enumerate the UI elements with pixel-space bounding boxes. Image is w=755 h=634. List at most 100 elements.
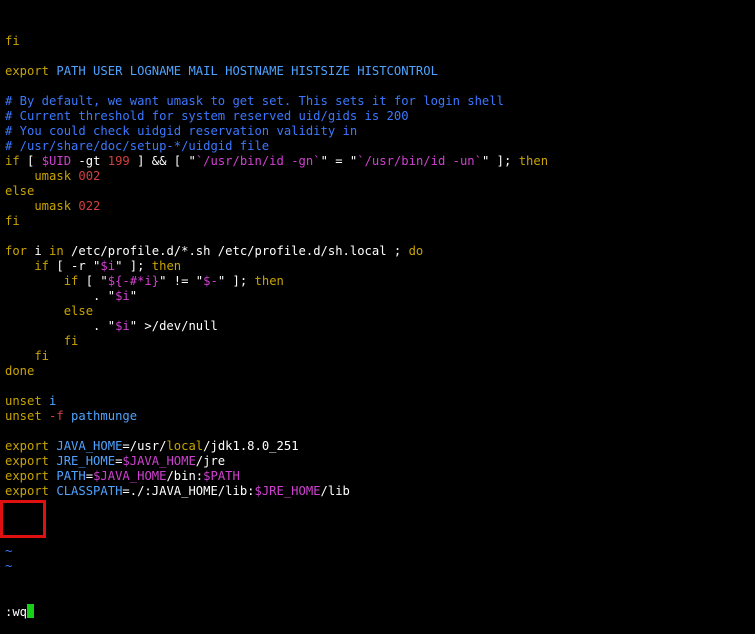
- code-token: if: [5, 259, 50, 273]
- code-token: /lib: [320, 484, 350, 498]
- code-token: -f: [49, 409, 72, 423]
- code-line: umask 002: [5, 169, 755, 184]
- code-line: umask 022: [5, 199, 755, 214]
- code-token: /jdk1.8.0_251: [203, 439, 299, 453]
- code-line: export JAVA_HOME=/usr/local/jdk1.8.0_251: [5, 439, 755, 454]
- code-token: then: [254, 274, 284, 288]
- code-token: $UID: [41, 154, 72, 168]
- code-token: fi: [5, 334, 79, 348]
- code-token: =/usr/: [122, 439, 167, 453]
- code-line: fi: [5, 34, 755, 49]
- code-token: 022: [78, 199, 101, 213]
- code-line: fi: [5, 334, 755, 349]
- code-token: 199: [107, 154, 130, 168]
- empty-buffer-marker: ~: [5, 559, 13, 573]
- code-token: export: [5, 469, 57, 483]
- code-token: JRE_HOME: [56, 454, 116, 468]
- code-token: " ];: [482, 154, 519, 168]
- code-line: if [ $UID -gt 199 ] && [ "`/usr/bin/id -…: [5, 154, 755, 169]
- highlight-annotation-box: [0, 500, 46, 538]
- code-token: `/usr/bin/id -gn`: [195, 154, 321, 168]
- text-cursor: [27, 604, 35, 618]
- code-token: " ];: [217, 274, 255, 288]
- code-token: $-: [203, 274, 218, 288]
- code-token: # You could check uidgid reservation val…: [5, 124, 358, 138]
- code-line: export PATH=$JAVA_HOME/bin:$PATH: [5, 469, 755, 484]
- code-token: fi: [5, 214, 20, 228]
- code-token: /etc/profile.d/*.sh /etc/profile.d/sh.lo…: [63, 244, 409, 258]
- code-line: export PATH USER LOGNAME MAIL HOSTNAME H…: [5, 64, 755, 79]
- code-token: =: [85, 469, 94, 483]
- code-token: [ -r ": [49, 259, 101, 273]
- code-line: fi: [5, 349, 755, 364]
- code-line: done: [5, 364, 755, 379]
- code-token: CLASSPATH: [56, 484, 123, 498]
- code-token: export: [5, 64, 57, 78]
- code-token: . ": [5, 319, 116, 333]
- empty-buffer-marker: ~: [5, 529, 13, 543]
- code-token: if: [5, 154, 20, 168]
- code-token: $i: [100, 259, 116, 273]
- code-token: -gt: [71, 154, 108, 168]
- code-line: export JRE_HOME=$JAVA_HOME/jre: [5, 454, 755, 469]
- code-token: export: [5, 454, 57, 468]
- code-token: $JAVA_HOME: [93, 469, 167, 483]
- code-line: fi: [5, 214, 755, 229]
- code-token: ${-#*i}: [107, 274, 160, 288]
- code-line: unset i: [5, 394, 755, 409]
- code-token: do: [408, 244, 424, 258]
- code-line: for i in /etc/profile.d/*.sh /etc/profil…: [5, 244, 755, 259]
- terminal-window[interactable]: fi export PATH USER LOGNAME MAIL HOSTNAME…: [0, 0, 755, 619]
- code-line: . "$i": [5, 289, 755, 304]
- code-token: if: [5, 274, 79, 288]
- code-token: unset: [5, 394, 50, 408]
- code-token: then: [518, 154, 549, 168]
- code-token: PATH: [56, 469, 86, 483]
- code-token: fi: [5, 34, 20, 48]
- code-line: if [ "${-#*i}" != "$-" ]; then: [5, 274, 755, 289]
- command-text: :wq: [5, 605, 28, 619]
- code-token: then: [151, 259, 182, 273]
- code-token: [ ": [78, 274, 108, 288]
- code-token: i: [27, 244, 50, 258]
- code-token: umask: [5, 199, 79, 213]
- code-token: # Current threshold for system reserved …: [5, 109, 409, 123]
- code-token: in: [49, 244, 64, 258]
- code-line: # Current threshold for system reserved …: [5, 109, 755, 124]
- editor-buffer[interactable]: fi export PATH USER LOGNAME MAIL HOSTNAME…: [5, 34, 755, 499]
- code-line: unset -f pathmunge: [5, 409, 755, 424]
- code-token: /bin:: [166, 469, 204, 483]
- code-token: $i: [115, 319, 130, 333]
- code-token: local: [166, 439, 204, 453]
- code-line: . "$i" >/dev/null: [5, 319, 755, 334]
- code-line: # /usr/share/doc/setup-*/uidgid file: [5, 139, 755, 154]
- code-token: for: [5, 244, 28, 258]
- code-line: # By default, we want umask to get set. …: [5, 94, 755, 109]
- code-token: umask: [5, 169, 79, 183]
- code-token: else: [5, 304, 94, 318]
- empty-buffer-marker: ~: [5, 544, 13, 558]
- code-token: i: [49, 394, 57, 408]
- code-token: `/usr/bin/id -un`: [357, 154, 482, 168]
- code-line: else: [5, 304, 755, 319]
- code-token: unset: [5, 409, 50, 423]
- code-token: $JAVA_HOME: [122, 454, 196, 468]
- code-token: " = ": [320, 154, 358, 168]
- code-token: # /usr/share/doc/setup-*/uidgid file: [5, 139, 270, 153]
- code-token: ": [129, 289, 138, 303]
- code-token: ] && [ ": [129, 154, 196, 168]
- tilde-lines: ~ ~ ~: [5, 529, 755, 574]
- code-token: export: [5, 439, 57, 453]
- vim-command-line[interactable]: :wq: [5, 604, 755, 619]
- code-token: " ];: [115, 259, 152, 273]
- code-token: PATH USER LOGNAME MAIL HOSTNAME HISTSIZE…: [56, 64, 438, 78]
- code-token: export: [5, 484, 57, 498]
- code-token: pathmunge: [71, 409, 138, 423]
- code-line: else: [5, 184, 755, 199]
- code-line: export CLASSPATH=./:JAVA_HOME/lib:$JRE_H…: [5, 484, 755, 499]
- code-token: [: [19, 154, 42, 168]
- code-token: " >/dev/null: [129, 319, 218, 333]
